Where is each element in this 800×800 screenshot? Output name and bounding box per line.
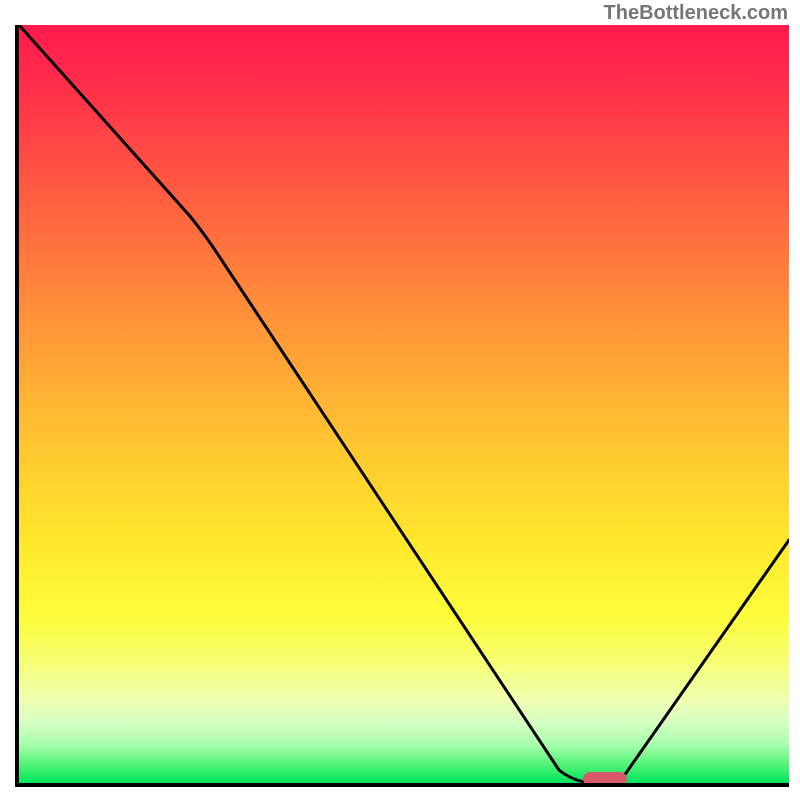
bottleneck-curve (19, 25, 789, 783)
optimal-marker (583, 772, 627, 786)
attribution-text: TheBottleneck.com (604, 2, 788, 25)
chart-plot-area (15, 25, 789, 787)
curve-path (19, 25, 789, 783)
chart-container: TheBottleneck.com (0, 0, 800, 800)
